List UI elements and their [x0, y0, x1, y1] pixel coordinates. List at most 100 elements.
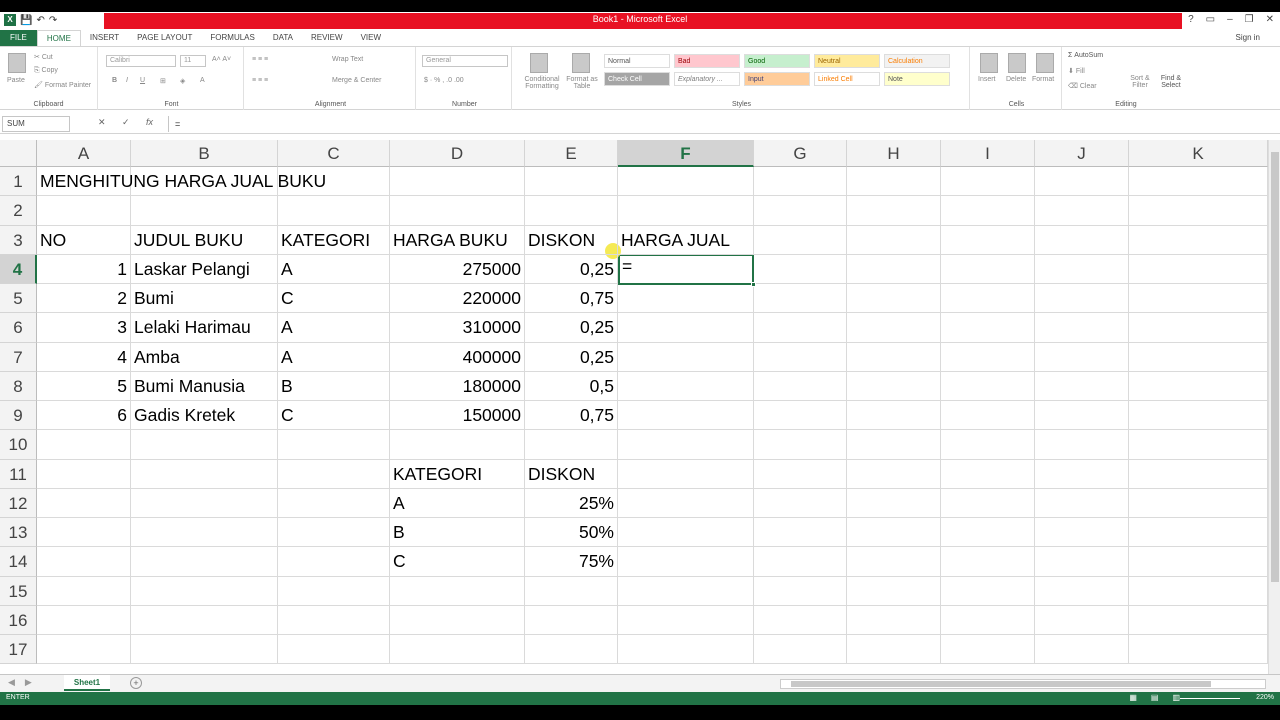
cell-c8[interactable]: B: [278, 371, 390, 401]
fill-handle[interactable]: [751, 282, 756, 287]
style-input[interactable]: Input: [744, 72, 810, 86]
cell-e12[interactable]: 25%: [525, 488, 618, 518]
cell-g1[interactable]: [754, 167, 847, 197]
column-header-j[interactable]: J: [1035, 140, 1129, 167]
cell-a10[interactable]: [37, 430, 131, 460]
insert-cells-icon[interactable]: [980, 53, 998, 73]
style-calculation[interactable]: Calculation: [884, 54, 950, 68]
cell-d6[interactable]: 310000: [390, 313, 525, 343]
cell-e6[interactable]: 0,25: [525, 313, 618, 343]
cell-f13[interactable]: [618, 518, 754, 548]
restore-icon[interactable]: ❐: [1245, 14, 1254, 25]
row-header-16[interactable]: 16: [0, 605, 37, 635]
column-header-d[interactable]: D: [390, 140, 525, 167]
cell-d9[interactable]: 150000: [390, 401, 525, 431]
cell-h5[interactable]: [847, 284, 941, 314]
column-header-b[interactable]: B: [131, 140, 278, 167]
cell-e16[interactable]: [525, 605, 618, 635]
row-header-15[interactable]: 15: [0, 576, 37, 606]
cell-b13[interactable]: [131, 518, 278, 548]
cell-a5[interactable]: 2: [37, 284, 131, 314]
fill-color-icon[interactable]: ◈: [180, 77, 185, 85]
cell-g8[interactable]: [754, 371, 847, 401]
format-cells-button[interactable]: Format: [1032, 76, 1054, 83]
tab-insert[interactable]: INSERT: [81, 30, 128, 46]
cell-e11[interactable]: DISKON: [525, 459, 618, 489]
style-good[interactable]: Good: [744, 54, 810, 68]
cell-j6[interactable]: [1035, 313, 1129, 343]
column-header-e[interactable]: E: [525, 140, 618, 167]
cell-f1[interactable]: [618, 167, 754, 197]
cancel-icon[interactable]: ✕: [98, 117, 106, 128]
cell-a7[interactable]: 4: [37, 342, 131, 372]
cell-d7[interactable]: 400000: [390, 342, 525, 372]
cell-f5[interactable]: [618, 284, 754, 314]
cell-k1[interactable]: [1129, 167, 1268, 197]
vertical-scroll-thumb[interactable]: [1271, 152, 1279, 582]
cell-k6[interactable]: [1129, 313, 1268, 343]
cell-k12[interactable]: [1129, 488, 1268, 518]
cell-j4[interactable]: [1035, 254, 1129, 284]
cell-c16[interactable]: [278, 605, 390, 635]
column-header-k[interactable]: K: [1129, 140, 1268, 167]
cell-b15[interactable]: [131, 576, 278, 606]
cell-j3[interactable]: [1035, 225, 1129, 255]
cell-i17[interactable]: [941, 635, 1035, 665]
cell-c9[interactable]: C: [278, 401, 390, 431]
cell-a12[interactable]: [37, 488, 131, 518]
cell-f9[interactable]: [618, 401, 754, 431]
cell-k3[interactable]: [1129, 225, 1268, 255]
cell-j15[interactable]: [1035, 576, 1129, 606]
cell-j13[interactable]: [1035, 518, 1129, 548]
cell-h3[interactable]: [847, 225, 941, 255]
cell-g9[interactable]: [754, 401, 847, 431]
cell-c2[interactable]: [278, 196, 390, 226]
cell-f11[interactable]: [618, 459, 754, 489]
fill-button[interactable]: ⬇ Fill: [1068, 67, 1085, 75]
cell-h2[interactable]: [847, 196, 941, 226]
tab-data[interactable]: DATA: [264, 30, 302, 46]
name-box[interactable]: SUM: [2, 116, 70, 132]
tab-page-layout[interactable]: PAGE LAYOUT: [128, 30, 201, 46]
cell-a4[interactable]: 1: [37, 254, 131, 284]
cell-h12[interactable]: [847, 488, 941, 518]
number-format-select[interactable]: General: [422, 55, 508, 67]
cell-b3[interactable]: JUDUL BUKU: [131, 225, 278, 255]
cell-g3[interactable]: [754, 225, 847, 255]
cell-i14[interactable]: [941, 547, 1035, 577]
enter-icon[interactable]: ✓: [122, 117, 130, 128]
cell-g12[interactable]: [754, 488, 847, 518]
cell-b10[interactable]: [131, 430, 278, 460]
cell-i12[interactable]: [941, 488, 1035, 518]
cell-k11[interactable]: [1129, 459, 1268, 489]
page-break-view-icon[interactable]: ▥: [1172, 693, 1180, 702]
row-header-1[interactable]: 1: [0, 167, 37, 197]
paste-button[interactable]: Paste: [7, 77, 25, 84]
horizontal-scrollbar[interactable]: [780, 679, 1266, 689]
tab-review[interactable]: REVIEW: [302, 30, 352, 46]
cell-f17[interactable]: [618, 635, 754, 665]
delete-cells-icon[interactable]: [1008, 53, 1026, 73]
underline-icon[interactable]: U: [140, 77, 145, 84]
cell-c7[interactable]: A: [278, 342, 390, 372]
align-left-icon[interactable]: ≡ ≡ ≡: [252, 77, 268, 84]
cell-e9[interactable]: 0,75: [525, 401, 618, 431]
cell-h10[interactable]: [847, 430, 941, 460]
cell-b12[interactable]: [131, 488, 278, 518]
cell-g6[interactable]: [754, 313, 847, 343]
cell-g14[interactable]: [754, 547, 847, 577]
cell-f2[interactable]: [618, 196, 754, 226]
cell-g11[interactable]: [754, 459, 847, 489]
help-icon[interactable]: ?: [1188, 14, 1194, 25]
cell-f16[interactable]: [618, 605, 754, 635]
cell-h13[interactable]: [847, 518, 941, 548]
row-header-11[interactable]: 11: [0, 459, 37, 489]
cell-c5[interactable]: C: [278, 284, 390, 314]
cell-i2[interactable]: [941, 196, 1035, 226]
style-neutral[interactable]: Neutral: [814, 54, 880, 68]
cell-c17[interactable]: [278, 635, 390, 665]
cell-c6[interactable]: A: [278, 313, 390, 343]
style-note[interactable]: Note: [884, 72, 950, 86]
font-name-select[interactable]: Calibri: [106, 55, 176, 67]
cell-e5[interactable]: 0,75: [525, 284, 618, 314]
